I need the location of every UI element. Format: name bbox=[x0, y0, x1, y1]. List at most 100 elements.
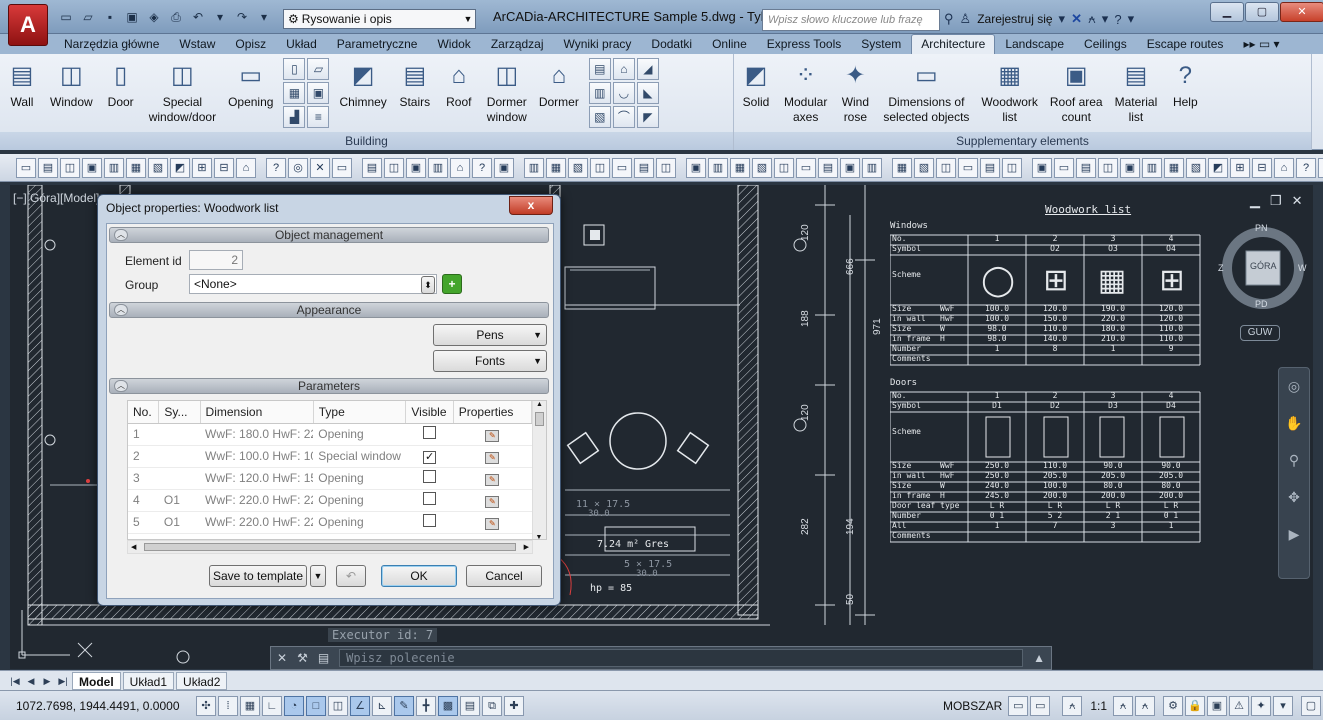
special-window-button[interactable]: ◫ Special window/door bbox=[143, 54, 222, 125]
annotation-scale-icon[interactable]: ⍲ bbox=[1062, 695, 1083, 716]
toolbar-tool-icon[interactable]: ▣ bbox=[1032, 157, 1052, 178]
pan-icon[interactable]: ✋ bbox=[1279, 415, 1309, 432]
visible-checkbox[interactable] bbox=[423, 426, 437, 439]
toolbar-tool-icon[interactable]: ◫ bbox=[384, 157, 404, 178]
toolbar-tool-icon[interactable]: ▣ bbox=[82, 157, 102, 178]
visible-checkbox[interactable]: ✓ bbox=[423, 450, 437, 464]
add-group-button[interactable]: + bbox=[442, 274, 462, 294]
binoculars-icon[interactable]: ⚲ bbox=[944, 11, 954, 27]
toolbar-tool-icon[interactable]: ▭ bbox=[1054, 157, 1074, 178]
toolbar-tool-icon[interactable]: ◫ bbox=[60, 157, 80, 178]
orbit-icon[interactable]: ✥ bbox=[1279, 489, 1309, 506]
toolbar-tool-icon[interactable]: ▦ bbox=[730, 157, 750, 178]
toolbar-tool-icon[interactable]: ▣ bbox=[406, 157, 426, 178]
toolbar-tool-icon[interactable]: ▥ bbox=[428, 157, 448, 178]
steering-wheel-icon[interactable]: ◎ bbox=[1279, 378, 1309, 395]
toolbar-tool-icon[interactable]: ◎ bbox=[288, 157, 308, 178]
chevron-up-icon[interactable]: ▲ bbox=[1033, 651, 1045, 665]
command-history-icon[interactable]: ▤ bbox=[318, 651, 329, 665]
column-icon[interactable]: ▯ bbox=[283, 58, 306, 80]
search-input[interactable]: Wpisz słowo kluczowe lub frazę bbox=[762, 9, 940, 31]
properties-icon[interactable]: ✎ bbox=[485, 451, 500, 464]
new-file-icon[interactable]: ▭ bbox=[56, 7, 76, 27]
ribbon-tab[interactable]: Architecture bbox=[911, 34, 996, 54]
application-menu-button[interactable]: A bbox=[8, 4, 48, 46]
skylight-icon[interactable]: ▧ bbox=[588, 106, 611, 128]
fonts-dropdown[interactable]: Fonts ▼ bbox=[433, 350, 547, 372]
annotation-visibility-icon[interactable]: ⍲ bbox=[1113, 695, 1133, 716]
horizontal-scrollbar[interactable]: ◀ ▶ bbox=[127, 540, 533, 554]
toolbar-tool-icon[interactable]: ▤ bbox=[362, 157, 382, 178]
last-tab-icon[interactable]: ▶| bbox=[56, 674, 70, 688]
command-input[interactable]: Wpisz polecenie bbox=[339, 649, 1024, 667]
toolbar-tool-icon[interactable]: ◫ bbox=[656, 157, 676, 178]
stairs-button[interactable]: ▤ Stairs bbox=[393, 54, 437, 110]
scroll-thumb[interactable] bbox=[144, 543, 516, 551]
coordinates-readout[interactable]: 1072.7698, 1944.4491, 0.0000 bbox=[16, 699, 196, 713]
workspace-switch-icon[interactable]: ⚙ bbox=[1163, 695, 1183, 716]
close-icon[interactable]: ✕ bbox=[1292, 193, 1303, 209]
roof-area-button[interactable]: ▣ Roof area count bbox=[1044, 54, 1109, 125]
template-dropdown-button[interactable]: ▼ bbox=[310, 565, 326, 587]
material-list-button[interactable]: ▤ Material list bbox=[1109, 54, 1164, 125]
table-row[interactable]: 2 WwF: 100.0 HwF: 100 Special window ✓ ✎ bbox=[128, 445, 532, 468]
table-row[interactable]: 4 O1 WwF: 220.0 HwF: 220 Opening ✎ bbox=[128, 489, 532, 512]
viewcube[interactable]: GÓRA PN PD Z W bbox=[1218, 223, 1308, 313]
roof-button[interactable]: ⌂ Roof bbox=[437, 54, 481, 125]
woodwork-list-table[interactable]: Woodwork list Windows ◯ ⊞ ▦ ⊞ Doors No. 1 2 3 4… bbox=[890, 185, 1210, 565]
toolbar-tool-icon[interactable]: ▤ bbox=[980, 157, 1000, 178]
dyn-icon[interactable]: ✎ bbox=[394, 695, 414, 716]
toolbar-tool-icon[interactable]: ▧ bbox=[568, 157, 588, 178]
cloud-icon[interactable]: ◈ bbox=[144, 7, 164, 27]
toolbar-tool-icon[interactable]: ▦ bbox=[892, 157, 912, 178]
chevron-down-icon[interactable]: ▾ bbox=[1128, 11, 1135, 27]
ribbon-tab[interactable]: Ceilings bbox=[1074, 34, 1137, 54]
polar-icon[interactable]: ◔ bbox=[284, 695, 304, 716]
ribbon-tab[interactable]: Widok bbox=[427, 34, 480, 54]
edge-icon[interactable]: ◢ bbox=[636, 58, 659, 80]
quick-view-layouts-icon[interactable]: ▭ bbox=[1008, 695, 1029, 716]
toolbar-tool-icon[interactable]: ▤ bbox=[634, 157, 654, 178]
toolbar-tool-icon[interactable]: ▦ bbox=[546, 157, 566, 178]
pens-dropdown[interactable]: Pens ▼ bbox=[433, 324, 547, 346]
sign-in-link[interactable]: Zarejestruj się bbox=[977, 12, 1052, 26]
slab-icon[interactable]: ▣ bbox=[307, 82, 330, 104]
maximize-icon[interactable]: ▢ bbox=[1245, 2, 1279, 22]
vertical-scrollbar[interactable]: ▲ ▼ bbox=[532, 401, 546, 539]
toolbar-tool-icon[interactable]: ▧ bbox=[752, 157, 772, 178]
toolbar-tool-icon[interactable]: ▤ bbox=[1076, 157, 1096, 178]
more-tabs-icon[interactable]: ▸▸ ▭ ▾ bbox=[1233, 34, 1289, 54]
gutter-icon[interactable]: ◡ bbox=[612, 82, 635, 104]
column-header[interactable]: Dimension bbox=[200, 401, 314, 424]
grid-icon[interactable]: ▦ bbox=[283, 82, 306, 104]
toolbar-tool-icon[interactable]: ▭ bbox=[796, 157, 816, 178]
beam-icon[interactable]: ▱ bbox=[307, 58, 330, 80]
exchange-icon[interactable]: ✕ bbox=[1071, 11, 1082, 27]
otrack-icon[interactable]: ∠ bbox=[350, 695, 370, 716]
save-to-template-button[interactable]: Save to template bbox=[209, 565, 307, 587]
toolbar-tool-icon[interactable]: ◫ bbox=[936, 157, 956, 178]
toolbar-tool-icon[interactable]: ▥ bbox=[862, 157, 882, 178]
cancel-button[interactable]: Cancel bbox=[466, 565, 542, 587]
minimize-icon[interactable]: ▁ bbox=[1210, 2, 1244, 22]
grid-icon[interactable]: ▦ bbox=[240, 695, 260, 716]
restore-icon[interactable]: ❐ bbox=[1270, 193, 1282, 209]
save-as-icon[interactable]: ▣ bbox=[122, 7, 142, 27]
showmotion-icon[interactable]: ▶ bbox=[1279, 526, 1309, 543]
toolbar-tool-icon[interactable]: ▣ bbox=[840, 157, 860, 178]
save-icon[interactable]: ▪ bbox=[100, 7, 120, 27]
ok-button[interactable]: OK bbox=[381, 565, 457, 587]
ribbon-tab[interactable]: Express Tools bbox=[757, 34, 851, 54]
toolbar-tool-icon[interactable]: ⊟ bbox=[1252, 157, 1272, 178]
section-object-management[interactable]: ︿ Object management bbox=[109, 227, 549, 243]
wrench-icon[interactable]: ⚒ bbox=[297, 651, 308, 665]
osnap-icon[interactable]: □ bbox=[306, 695, 326, 716]
properties-icon[interactable]: ✎ bbox=[485, 473, 500, 486]
redo-icon[interactable]: ↷ bbox=[232, 7, 252, 27]
toolbar-tool-icon[interactable]: ✕ bbox=[310, 157, 330, 178]
ribbon-tab[interactable]: Wyniki pracy bbox=[554, 34, 642, 54]
annotation-monitor-icon[interactable]: ✚ bbox=[504, 695, 524, 716]
open-file-icon[interactable]: ▱ bbox=[78, 7, 98, 27]
snap-icon[interactable]: ⁞ bbox=[218, 695, 238, 716]
dormer-button[interactable]: ⌂ Dormer bbox=[533, 54, 585, 125]
